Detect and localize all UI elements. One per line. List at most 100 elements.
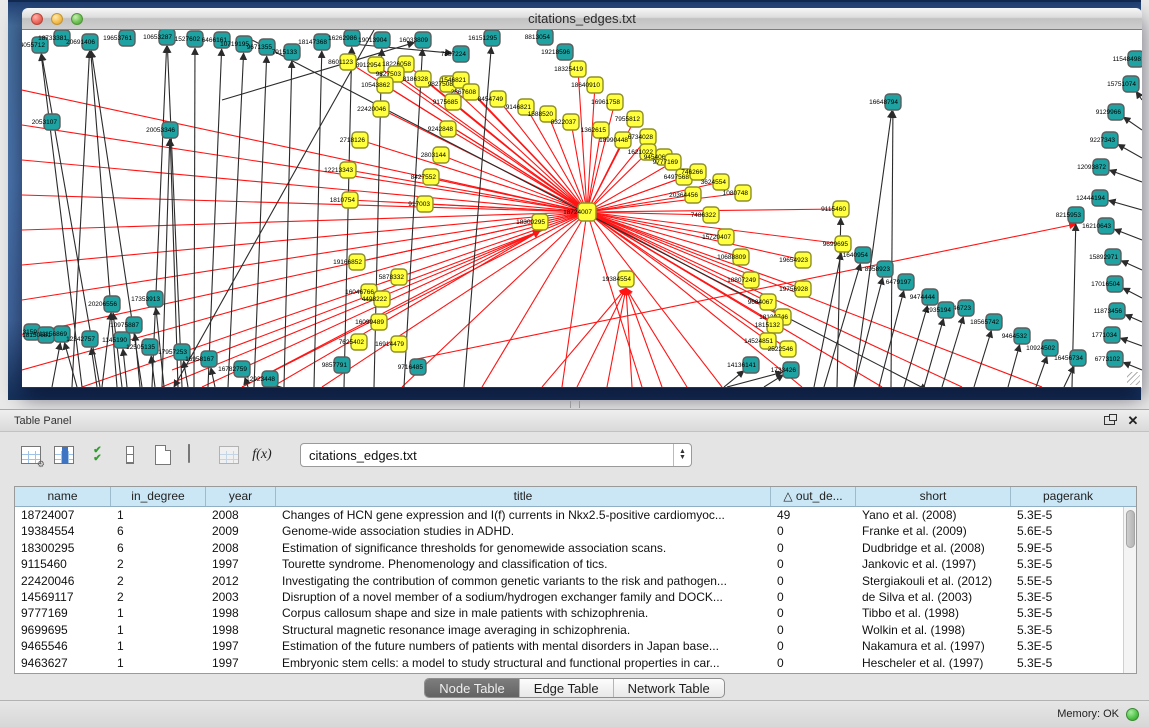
graph-node-1771034[interactable]: 1771034 <box>1092 327 1120 343</box>
graph-node-16151295[interactable]: 16151295 <box>468 30 500 46</box>
graph-node-22420046[interactable]: 22420046 <box>357 101 389 117</box>
table-settings-icon[interactable]: ⚙ <box>18 442 44 468</box>
citation-edge-black[interactable] <box>64 343 77 387</box>
citation-edge-black[interactable] <box>1114 229 1142 240</box>
graph-node-9227343[interactable]: 9227343 <box>1090 132 1118 148</box>
graph-node-9464532[interactable]: 9464532 <box>1002 328 1030 344</box>
citation-edge-black[interactable] <box>1121 261 1142 270</box>
graph-node-9857791[interactable]: 9857791 <box>322 357 350 373</box>
graph-node-9699695[interactable]: 9699695 <box>823 236 851 252</box>
close-panel-icon[interactable]: ✕ <box>1125 414 1141 428</box>
column-header-short[interactable]: short <box>856 487 1011 506</box>
graph-node-19166852[interactable]: 19166852 <box>333 254 365 270</box>
graph-node-9684067[interactable]: 9684067 <box>748 294 776 310</box>
citation-edge-black[interactable] <box>211 368 215 387</box>
citation-edge-red[interactable] <box>202 231 540 387</box>
citation-edge-black[interactable] <box>854 278 883 387</box>
show-columns-icon[interactable] <box>51 442 77 468</box>
citation-edge-red[interactable] <box>607 288 626 387</box>
delete-rows-icon[interactable] <box>183 442 209 468</box>
graph-node-16914479[interactable]: 16914479 <box>375 336 407 352</box>
citation-edge-red[interactable] <box>22 212 587 230</box>
select-rows-icon[interactable]: ✔✔ <box>84 442 110 468</box>
graph-node-917003[interactable]: 917003 <box>408 196 433 212</box>
graph-node-20053346[interactable]: 20053346 <box>146 122 178 138</box>
graph-node-6773102[interactable]: 6773102 <box>1095 351 1123 367</box>
table-row[interactable]: 911546021997Tourette syndrome. Phenomeno… <box>15 556 1136 572</box>
graph-node-12342757[interactable]: 12342757 <box>66 331 98 347</box>
graph-node-19218596[interactable]: 19218596 <box>541 44 573 60</box>
graph-node-18300295[interactable]: 18300295 <box>516 214 548 230</box>
graph-node-20364456[interactable]: 20364456 <box>669 187 701 203</box>
column-header-pagerank[interactable]: pagerank <box>1011 487 1125 506</box>
table-selector-dropdown[interactable]: citations_edges.txt ▲▼ <box>300 443 692 467</box>
graph-node-14136141[interactable]: 14136141 <box>727 357 759 373</box>
graph-node-12444194[interactable]: 12444194 <box>1076 190 1108 206</box>
column-header-year[interactable]: year <box>206 487 276 506</box>
graph-node-10924502[interactable]: 10924502 <box>1026 340 1058 356</box>
graph-node-8454749[interactable]: 8454749 <box>478 91 506 107</box>
scrollbar-thumb[interactable] <box>1126 510 1135 548</box>
graph-node-12923448[interactable]: 12923448 <box>246 371 278 387</box>
citation-edge-red[interactable] <box>587 193 743 212</box>
graph-node-16648794[interactable]: 16648794 <box>869 94 901 110</box>
graph-node-20691406[interactable]: 20691406 <box>66 34 98 50</box>
citation-edge-black[interactable] <box>1036 356 1047 387</box>
citation-edge-red[interactable] <box>22 125 587 212</box>
graph-node-16262986[interactable]: 16262986 <box>328 30 360 46</box>
citation-edge-red[interactable] <box>578 69 587 212</box>
graph-node-16456734[interactable]: 16456734 <box>1054 350 1086 366</box>
graph-node-11548498[interactable]: 11548498 <box>1113 51 1142 67</box>
citation-edge-red[interactable] <box>587 212 1042 387</box>
function-builder-icon[interactable]: f(x) <box>249 442 275 468</box>
citation-edge-black[interactable] <box>904 306 928 387</box>
citation-edge-black[interactable] <box>194 48 195 387</box>
citation-edge-black[interactable] <box>1125 315 1142 322</box>
graph-node-19654923[interactable]: 19654923 <box>779 252 811 268</box>
table-row[interactable]: 1872400712008Changes of HCN gene express… <box>15 507 1136 523</box>
citation-edge-black[interactable] <box>1008 345 1020 387</box>
graph-node-12093872[interactable]: 12093872 <box>1077 159 1109 175</box>
citation-edge-red[interactable] <box>357 212 587 262</box>
citation-edge-black[interactable] <box>167 46 182 387</box>
citation-edge-black[interactable] <box>891 111 893 387</box>
citation-edge-black[interactable] <box>974 331 991 387</box>
graph-node-10543862[interactable]: 10543862 <box>361 77 393 93</box>
column-header-name[interactable]: name <box>15 487 111 506</box>
citation-graph[interactable]: 1872400718300295193845541405571218733381… <box>22 30 1142 387</box>
graph-node-9474444[interactable]: 9474444 <box>910 289 938 305</box>
citation-edge-black[interactable] <box>344 47 352 387</box>
graph-node-9716485[interactable]: 9716485 <box>398 359 426 375</box>
column-header-in_degree[interactable]: in_degree <box>111 487 206 506</box>
citation-edge-black[interactable] <box>724 371 744 387</box>
citation-edge-red[interactable] <box>587 212 803 260</box>
column-header-out_degree[interactable]: △ out_de... <box>771 487 856 506</box>
table-row[interactable]: 1456911722003Disruption of a novel membe… <box>15 589 1136 605</box>
table-row[interactable]: 1830029562008Estimation of significance … <box>15 540 1136 556</box>
citation-edge-red[interactable] <box>22 160 587 212</box>
citation-edge-black[interactable] <box>942 317 963 387</box>
citation-edge-black[interactable] <box>727 372 782 387</box>
citation-edge-red[interactable] <box>376 65 587 212</box>
panel-splitter-handle[interactable] <box>570 401 580 408</box>
citation-edge-black[interactable] <box>1123 117 1142 130</box>
graph-node-1527602[interactable]: 1527602 <box>175 31 203 47</box>
vertical-scrollbar[interactable] <box>1123 507 1136 673</box>
graph-node-18325419[interactable]: 18325419 <box>554 61 586 77</box>
table-row[interactable]: 2242004622012Investigating the contribut… <box>15 573 1136 589</box>
graph-node-1810754[interactable]: 1810754 <box>330 192 358 208</box>
table-row[interactable]: 946362711997Embryonic stem cells: a mode… <box>15 655 1136 671</box>
graph-node-7486322[interactable]: 7486322 <box>691 207 719 223</box>
citation-edge-black[interactable] <box>254 56 267 387</box>
citation-edge-black[interactable] <box>1123 288 1142 298</box>
graph-node-7857224[interactable]: 7857224 <box>441 46 469 62</box>
table-row[interactable]: 946554611997Estimation of the future num… <box>15 638 1136 654</box>
citation-edge-red[interactable] <box>562 212 587 387</box>
tab-node-table[interactable]: Node Table <box>425 679 520 697</box>
graph-node-9115460[interactable]: 9115460 <box>821 201 849 217</box>
citation-edge-black[interactable] <box>314 51 322 387</box>
graph-node-20206556[interactable]: 20206556 <box>88 296 120 312</box>
graph-node-11873456[interactable]: 11873456 <box>1094 303 1125 319</box>
graph-node-1362615[interactable]: 1362615 <box>581 122 609 138</box>
citation-edge-black[interactable] <box>352 44 452 53</box>
